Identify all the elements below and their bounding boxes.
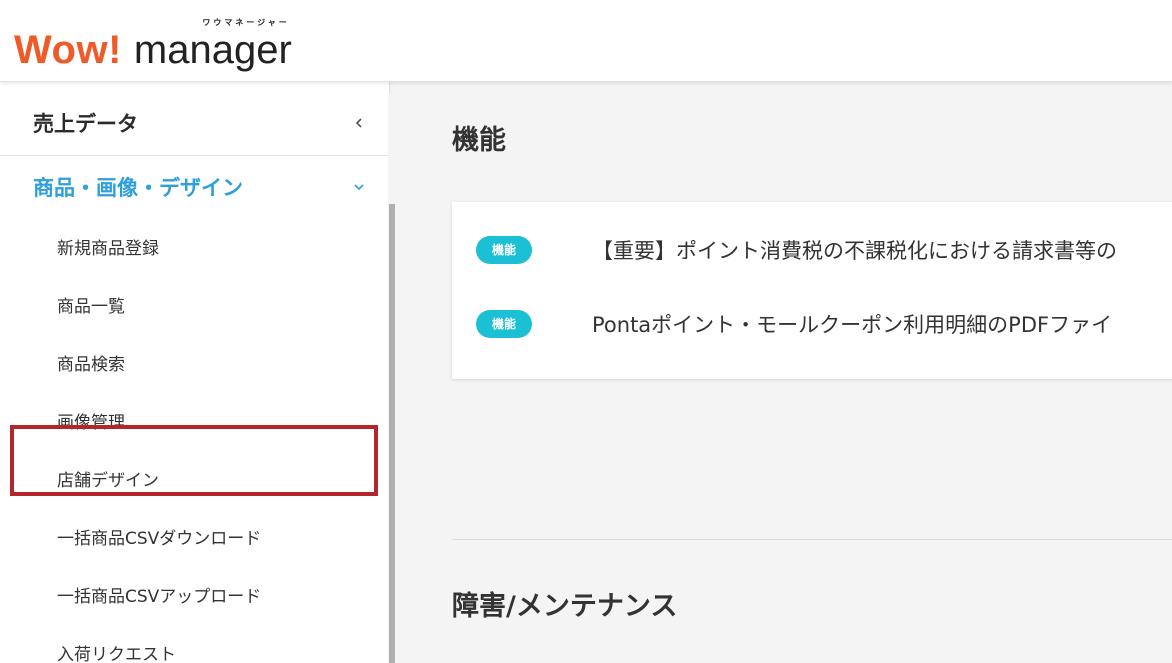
logo-wow-text: Wow! (14, 28, 122, 72)
chevron-left-icon (355, 118, 362, 128)
sidebar-category-label: 売上データ (33, 112, 138, 136)
main-content: 機能 機能 【重要】ポイント消費税の不課税化における請求書等の 機能 Ponta… (396, 82, 1172, 663)
news-item-title[interactable]: Pontaポイント・モールクーポン利用明細のPDFファイ (592, 306, 1112, 344)
news-item[interactable]: 機能 【重要】ポイント消費税の不課税化における請求書等の (452, 232, 1172, 272)
sidebar-scrollbar-thumb[interactable] (389, 204, 395, 663)
logo-manager-text: manager (133, 28, 292, 72)
app-window: Wow! ワウマネージャー manager 売上データ 商品・画像・デザイン 新… (0, 0, 1172, 663)
news-item[interactable]: 機能 Pontaポイント・モールクーポン利用明細のPDFファイ (452, 306, 1172, 346)
wow-manager-logo[interactable]: Wow! ワウマネージャー manager (14, 14, 292, 70)
sidebar-item-bulk-csv-download[interactable]: 一括商品CSVダウンロード (0, 510, 388, 568)
sidebar-item-label: 入荷リクエスト (57, 645, 176, 663)
sidebar-item-image-management[interactable]: 画像管理 (0, 394, 388, 452)
section-title-features: 機能 (452, 125, 506, 156)
sidebar-item-label: 店舗デザイン (57, 471, 159, 491)
top-header: Wow! ワウマネージャー manager (0, 0, 1172, 82)
sidebar-item-label: 一括商品CSVダウンロード (57, 529, 262, 549)
news-card: 機能 【重要】ポイント消費税の不課税化における請求書等の 機能 Pontaポイン… (452, 202, 1172, 379)
sidebar-item-new-product[interactable]: 新規商品登録 (0, 220, 388, 278)
sidebar-item-stock-request[interactable]: 入荷リクエスト (0, 626, 388, 663)
section-title-outage-maintenance: 障害/メンテナンス (452, 591, 678, 622)
news-item-title[interactable]: 【重要】ポイント消費税の不課税化における請求書等の (592, 232, 1117, 270)
chevron-down-icon (354, 184, 364, 191)
sidebar-category-label: 商品・画像・デザイン (33, 176, 243, 200)
sidebar-item-label: 商品検索 (57, 355, 125, 375)
category-badge: 機能 (476, 236, 532, 264)
sidebar-item-bulk-csv-upload[interactable]: 一括商品CSVアップロード (0, 568, 388, 626)
sidebar-item-label: 一括商品CSVアップロード (57, 587, 262, 607)
logo-kana-text: ワウマネージャー (202, 18, 290, 27)
sidebar-category-sales-data[interactable]: 売上データ (0, 92, 388, 156)
category-badge: 機能 (476, 310, 532, 338)
sidebar-item-label: 新規商品登録 (57, 239, 159, 259)
sidebar-item-product-list[interactable]: 商品一覧 (0, 278, 388, 336)
sidebar-category-products-images-design[interactable]: 商品・画像・デザイン (0, 156, 388, 220)
sidebar-item-label: 商品一覧 (57, 297, 125, 317)
sidebar-nav: 売上データ 商品・画像・デザイン 新規商品登録 商品一覧 商品検索 画像管理 店… (0, 82, 390, 663)
sidebar-item-label: 画像管理 (57, 413, 125, 433)
section-divider (452, 539, 1172, 540)
sidebar-item-store-design[interactable]: 店舗デザイン (0, 452, 388, 510)
sidebar-item-product-search[interactable]: 商品検索 (0, 336, 388, 394)
logo-manager-wrap: ワウマネージャー manager (133, 18, 292, 72)
